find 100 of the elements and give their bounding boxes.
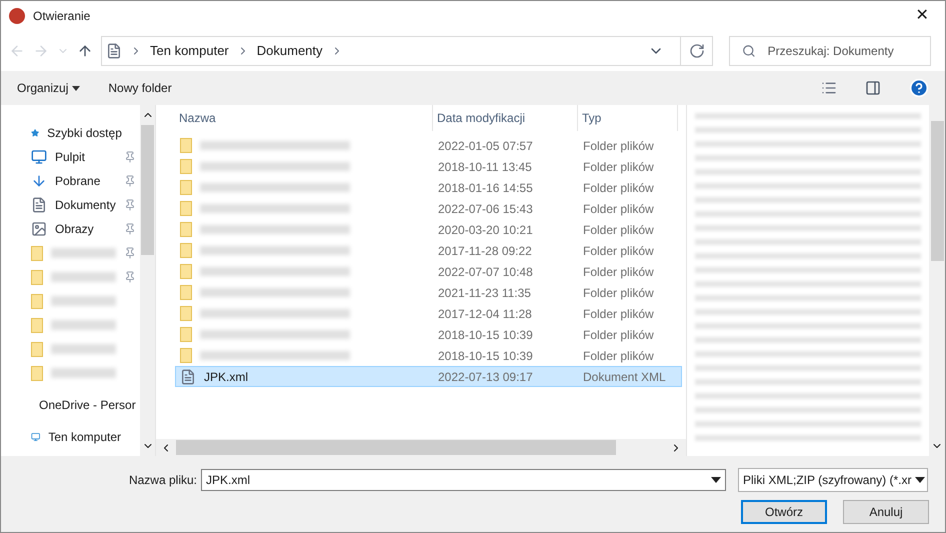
folder-icon bbox=[31, 246, 43, 260]
column-header[interactable]: Data modyfikacji bbox=[433, 105, 578, 131]
open-button[interactable]: Otwórz bbox=[741, 500, 827, 524]
caret-icon bbox=[711, 477, 721, 483]
date-cell-text: 2018-10-15 10:39 bbox=[437, 326, 534, 344]
sidebar-label: Dokumenty bbox=[55, 197, 116, 214]
search-icon bbox=[742, 43, 756, 59]
file-row[interactable]: 2017-11-28 09:22 Folder plików bbox=[175, 240, 682, 261]
document-icon bbox=[106, 43, 122, 59]
new-folder-button[interactable]: Nowy folder bbox=[108, 79, 172, 97]
type-cell-text: Folder plików bbox=[582, 306, 655, 322]
blurred-label bbox=[51, 296, 116, 306]
sidebar-label: Pulpit bbox=[55, 149, 86, 166]
type-cell-text: Folder plików bbox=[582, 138, 655, 154]
sidebar-item[interactable]: Pulpit bbox=[1, 145, 140, 169]
app-logo-icon bbox=[9, 8, 25, 24]
sidebar-item[interactable]: OneDrive - Persor bbox=[1, 393, 140, 417]
type-cell-text: Folder plików bbox=[582, 158, 655, 176]
type-cell-text: Folder plików bbox=[582, 284, 655, 302]
sidebar-item[interactable]: Obrazy bbox=[1, 217, 140, 241]
sidebar-item[interactable]: Pobrane bbox=[1, 169, 140, 193]
document-icon bbox=[31, 197, 47, 213]
type-cell-text: Folder plików bbox=[582, 326, 655, 344]
folder-icon bbox=[180, 159, 192, 174]
file-row[interactable]: 2017-12-04 11:28 Folder plików bbox=[175, 303, 682, 324]
column-header[interactable]: Nazwa bbox=[175, 105, 433, 131]
up-icon[interactable] bbox=[77, 43, 93, 59]
date-cell-text: 2020-03-20 10:21 bbox=[437, 222, 534, 238]
filename-value: JPK.xml bbox=[206, 472, 252, 489]
folder-icon bbox=[180, 327, 192, 342]
file-row[interactable]: 2018-10-11 13:45 Folder plików bbox=[175, 156, 682, 177]
scroll-thumb[interactable] bbox=[141, 125, 154, 255]
date-cell-text: 2022-07-07 10:48 bbox=[437, 264, 534, 280]
window-title: Otwieranie bbox=[33, 8, 90, 25]
help-icon[interactable] bbox=[909, 78, 929, 98]
folder-icon bbox=[180, 201, 192, 216]
folder-icon bbox=[31, 270, 43, 284]
search-input[interactable]: Przeszukaj: Dokumenty bbox=[768, 42, 918, 60]
monitor-icon bbox=[31, 149, 47, 165]
date-cell-text: 2017-12-04 11:28 bbox=[437, 306, 533, 322]
folder-icon bbox=[180, 243, 192, 258]
type-cell-text: Folder plików bbox=[582, 348, 655, 364]
back-icon[interactable] bbox=[9, 43, 25, 59]
folder-icon bbox=[31, 366, 43, 380]
search-field[interactable]: Przeszukaj: Dokumenty bbox=[729, 36, 931, 66]
file-row[interactable]: JPK.xml 2022-07-13 09:17 Dokument XML bbox=[175, 366, 682, 387]
file-name: JPK.xml bbox=[204, 368, 248, 386]
date-cell-text: 2018-01-16 14:55 bbox=[437, 180, 534, 196]
folder-icon bbox=[31, 342, 43, 356]
date-cell-text: 2017-11-28 09:22 bbox=[437, 242, 533, 260]
picture-icon bbox=[31, 221, 47, 237]
view-options-icon[interactable] bbox=[821, 80, 837, 96]
type-cell-text: Folder plików bbox=[582, 200, 655, 218]
file-row[interactable]: 2020-03-20 10:21 Folder plików bbox=[175, 219, 682, 240]
caret-icon bbox=[915, 477, 926, 483]
address-bar[interactable]: Ten komputer Dokumenty bbox=[101, 36, 713, 66]
blurred-label bbox=[51, 320, 116, 330]
column-header[interactable]: Typ bbox=[578, 105, 678, 131]
date-cell-text: 2022-01-05 07:57 bbox=[437, 138, 534, 154]
breadcrumb[interactable]: Ten komputer bbox=[150, 41, 229, 61]
type-cell-text: Folder plików bbox=[582, 264, 655, 280]
sidebar-item[interactable]: Szybki dostęp bbox=[1, 121, 140, 145]
type-cell-text: Folder plików bbox=[582, 222, 655, 238]
folder-icon bbox=[180, 138, 192, 153]
sidebar-item[interactable]: Dokumenty bbox=[1, 193, 140, 217]
folder-icon bbox=[180, 306, 192, 321]
file-row[interactable]: 2018-10-15 10:39 Folder plików bbox=[175, 345, 682, 366]
file-row[interactable]: 2022-07-06 15:43 Folder plików bbox=[175, 198, 682, 219]
file-row[interactable]: 2021-11-23 11:35 Folder plików bbox=[175, 282, 682, 303]
folder-icon bbox=[180, 285, 192, 300]
type-cell-text: Folder plików bbox=[582, 180, 655, 196]
forward-icon[interactable] bbox=[33, 43, 49, 59]
blurred-label bbox=[51, 344, 116, 354]
file-row[interactable]: 2022-01-05 07:57 Folder plików bbox=[175, 135, 682, 156]
organize-button[interactable]: Organizuj bbox=[17, 79, 80, 97]
horizontal-scrollbar[interactable] bbox=[156, 439, 686, 456]
caret-icon bbox=[72, 86, 80, 90]
date-cell-text: 2022-07-13 09:17 bbox=[437, 368, 534, 386]
folder-icon bbox=[31, 294, 43, 308]
breadcrumb[interactable]: Dokumenty bbox=[256, 41, 323, 61]
folder-icon bbox=[180, 222, 192, 237]
scroll-thumb[interactable] bbox=[176, 440, 616, 455]
filename-label: Nazwa pliku: bbox=[128, 472, 198, 489]
filename-field[interactable]: JPK.xml bbox=[201, 469, 726, 491]
file-row[interactable]: 2022-07-07 10:48 Folder plików bbox=[175, 261, 682, 282]
refresh-icon[interactable] bbox=[688, 43, 704, 59]
file-type-dropdown[interactable]: Pliki XML;ZIP (szyfrowany) (*.xr bbox=[738, 468, 928, 492]
close-button[interactable]: ✕ bbox=[899, 1, 945, 31]
sidebar-label: Szybki dostęp bbox=[47, 125, 122, 142]
file-icon bbox=[180, 368, 196, 384]
sidebar-label: Pobrane bbox=[55, 173, 102, 190]
folder-icon bbox=[180, 348, 192, 363]
scroll-thumb[interactable] bbox=[930, 121, 944, 261]
folder-icon bbox=[31, 318, 43, 332]
file-row[interactable]: 2018-01-16 14:55 Folder plików bbox=[175, 177, 682, 198]
preview-pane-icon[interactable] bbox=[865, 80, 881, 96]
file-row[interactable]: 2018-10-15 10:39 Folder plików bbox=[175, 324, 682, 345]
sidebar-item[interactable]: Ten komputer bbox=[1, 425, 140, 449]
file-type-value: Pliki XML;ZIP (szyfrowany) (*.xr bbox=[743, 472, 912, 489]
cancel-button[interactable]: Anuluj bbox=[843, 500, 929, 524]
